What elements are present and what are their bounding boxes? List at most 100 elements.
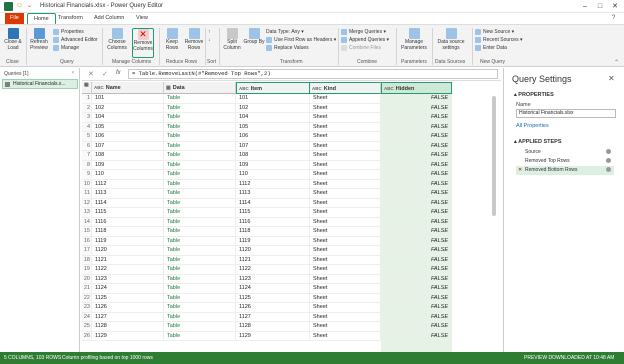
table-cell[interactable]: 1123	[92, 274, 164, 284]
table-cell[interactable]: 1125	[92, 293, 164, 303]
smiley-icon[interactable]: ☺	[16, 2, 23, 9]
table-cell[interactable]: 1121	[236, 255, 310, 265]
table-cell[interactable]: Table	[164, 312, 236, 322]
tab-transform[interactable]: Transform	[52, 13, 89, 24]
table-cell[interactable]: 110	[92, 170, 164, 180]
table-cell[interactable]: FALSE	[381, 265, 452, 275]
keep-rows-button[interactable]: Keep Rows	[161, 28, 183, 51]
table-cell[interactable]: 1129	[236, 331, 310, 341]
table-cell[interactable]: 1118	[236, 227, 310, 237]
combine-files-button[interactable]: Combine Files	[341, 44, 389, 52]
table-cell[interactable]: 102	[236, 103, 310, 113]
table-cell[interactable]: 1125	[236, 293, 310, 303]
table-cell[interactable]: 1113	[236, 189, 310, 199]
table-cell[interactable]: 1124	[236, 284, 310, 294]
close-settings-icon[interactable]: ✕	[608, 74, 615, 83]
table-cell[interactable]: 1119	[236, 236, 310, 246]
table-cell[interactable]: FALSE	[381, 122, 452, 132]
table-cell[interactable]: Sheet	[310, 274, 381, 284]
vertical-scrollbar[interactable]	[492, 96, 496, 216]
replace-values-button[interactable]: Replace Values	[266, 44, 336, 52]
table-cell[interactable]: 1116	[236, 217, 310, 227]
table-cell[interactable]: Sheet	[310, 312, 381, 322]
help-icon[interactable]: ?	[612, 15, 615, 21]
table-cell[interactable]: Table	[164, 151, 236, 161]
table-cell[interactable]: 106	[92, 132, 164, 142]
table-cell[interactable]: 1123	[236, 274, 310, 284]
table-cell[interactable]: FALSE	[381, 179, 452, 189]
table-cell[interactable]: Sheet	[310, 189, 381, 199]
table-cell[interactable]: Table	[164, 170, 236, 180]
enter-data-button[interactable]: Enter Data	[475, 44, 522, 52]
manage-button[interactable]: Manage	[53, 44, 98, 52]
table-cell[interactable]: 1114	[236, 198, 310, 208]
table-cell[interactable]: FALSE	[381, 236, 452, 246]
table-cell[interactable]: 104	[92, 113, 164, 123]
data-source-settings-button[interactable]: Data source settings	[434, 28, 468, 51]
collapse-pane-icon[interactable]: ‹	[72, 70, 74, 76]
close-load-button[interactable]: Close & Load	[2, 28, 24, 51]
table-cell[interactable]: Sheet	[310, 217, 381, 227]
table-cell[interactable]: 1120	[236, 246, 310, 256]
table-cell[interactable]: 102	[92, 103, 164, 113]
remove-rows-button[interactable]: Remove Rows	[183, 28, 205, 51]
table-cell[interactable]: Table	[164, 255, 236, 265]
collapse-ribbon-icon[interactable]: ⌃	[614, 59, 619, 66]
table-cell[interactable]: FALSE	[381, 170, 452, 180]
step-removed-bottom-rows[interactable]: ✕ Removed Bottom Rows	[516, 166, 614, 175]
table-cell[interactable]: 106	[236, 132, 310, 142]
formula-input[interactable]: = Table.RemoveLastN(#"Removed Top Rows",…	[128, 69, 498, 79]
table-cell[interactable]: Sheet	[310, 208, 381, 218]
query-item[interactable]: Historical Financials.x...	[2, 79, 78, 89]
table-cell[interactable]: 1115	[236, 208, 310, 218]
table-cell[interactable]: Table	[164, 189, 236, 199]
table-cell[interactable]: 108	[236, 151, 310, 161]
table-cell[interactable]: FALSE	[381, 274, 452, 284]
table-cell[interactable]: Sheet	[310, 151, 381, 161]
table-cell[interactable]: Sheet	[310, 198, 381, 208]
table-cell[interactable]: 101	[236, 94, 310, 104]
recent-sources-button[interactable]: Recent Sources ▾	[475, 36, 522, 44]
table-cell[interactable]: 109	[236, 160, 310, 170]
table-cell[interactable]: FALSE	[381, 322, 452, 332]
remove-columns-button[interactable]: ✕ Remove Columns	[132, 28, 154, 58]
table-cell[interactable]: FALSE	[381, 141, 452, 151]
table-cell[interactable]: 1127	[236, 312, 310, 322]
column-header-item[interactable]: ABC Item	[236, 82, 310, 94]
table-cell[interactable]: Table	[164, 322, 236, 332]
table-cell[interactable]: FALSE	[381, 103, 452, 113]
table-cell[interactable]: FALSE	[381, 312, 452, 322]
append-queries-button[interactable]: Append Queries ▾	[341, 36, 389, 44]
step-removed-top-rows[interactable]: Removed Top Rows	[516, 157, 614, 166]
table-cell[interactable]: 1120	[92, 246, 164, 256]
properties-button[interactable]: Properties	[53, 28, 98, 36]
table-cell[interactable]: Table	[164, 132, 236, 142]
table-cell[interactable]: Sheet	[310, 141, 381, 151]
table-cell[interactable]: 105	[236, 122, 310, 132]
table-cell[interactable]: 1126	[92, 303, 164, 313]
table-cell[interactable]: Sheet	[310, 265, 381, 275]
table-cell[interactable]: Table	[164, 94, 236, 104]
table-cell[interactable]: 1112	[92, 179, 164, 189]
table-cell[interactable]: FALSE	[381, 208, 452, 218]
table-cell[interactable]: Sheet	[310, 103, 381, 113]
table-cell[interactable]: Sheet	[310, 179, 381, 189]
step-source[interactable]: Source	[516, 148, 614, 157]
table-cell[interactable]: 1121	[92, 255, 164, 265]
table-cell[interactable]: Table	[164, 103, 236, 113]
table-cell[interactable]: 1122	[92, 265, 164, 275]
table-cell[interactable]: Sheet	[310, 132, 381, 142]
table-cell[interactable]: Table	[164, 274, 236, 284]
table-cell[interactable]: 1124	[92, 284, 164, 294]
refresh-preview-button[interactable]: Refresh Preview	[28, 28, 50, 51]
table-cell[interactable]: Table	[164, 284, 236, 294]
confirm-formula-icon[interactable]: ✓	[102, 70, 108, 78]
table-cell[interactable]: FALSE	[381, 132, 452, 142]
table-cell[interactable]: Table	[164, 179, 236, 189]
grid-corner-menu[interactable]: ▦	[82, 82, 92, 94]
table-cell[interactable]: Table	[164, 208, 236, 218]
table-cell[interactable]: 1122	[236, 265, 310, 275]
table-cell[interactable]: Table	[164, 293, 236, 303]
table-cell[interactable]: 1127	[92, 312, 164, 322]
table-cell[interactable]: Sheet	[310, 236, 381, 246]
